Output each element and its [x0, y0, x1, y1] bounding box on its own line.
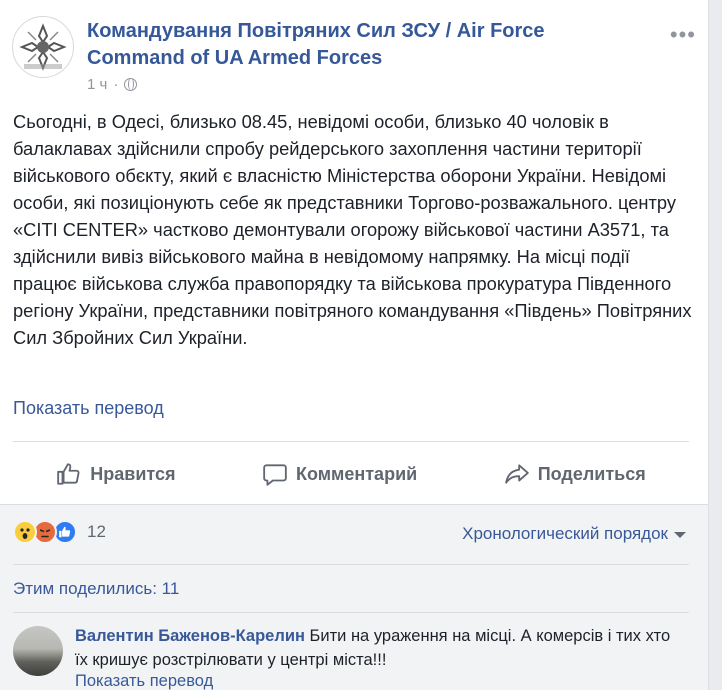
comment-bubble-icon — [263, 464, 287, 486]
see-translation-link[interactable]: Показать перевод — [13, 398, 164, 419]
air-force-emblem-icon — [19, 23, 67, 71]
page-avatar[interactable] — [12, 16, 74, 78]
post-time[interactable]: 1 ч — [87, 76, 107, 93]
comment-order-label: Хронологический порядок — [462, 524, 668, 543]
post-meta: 1 ч · — [87, 76, 138, 93]
reactions-count[interactable]: 12 — [87, 522, 106, 542]
share-label: Поделиться — [537, 463, 646, 484]
comment-author[interactable]: Валентин Баженов-Карелин — [75, 627, 305, 645]
comment-label: Комментарий — [295, 463, 418, 484]
reactions-summary[interactable]: 12 — [13, 520, 106, 544]
page-name-link[interactable]: Командування Повітряних Сил ЗСУ / Air Fo… — [87, 18, 647, 72]
divider-shares — [13, 612, 689, 613]
wow-reaction-icon — [13, 520, 37, 544]
more-options-icon[interactable]: ••• — [670, 22, 696, 48]
comment-button[interactable]: Комментарий — [262, 461, 417, 487]
divider-reactions — [13, 564, 689, 565]
meta-separator: · — [113, 76, 119, 93]
commenter-avatar[interactable] — [13, 626, 63, 676]
chevron-down-icon — [674, 532, 686, 538]
post-text: Сьогодні, в Одесі, близько 08.45, невідо… — [13, 111, 692, 348]
comment-body: Валентин Баженов-Карелин Бити на ураженн… — [75, 624, 675, 672]
divider-top — [13, 441, 689, 442]
thumbs-up-icon — [57, 463, 80, 485]
like-button[interactable]: Нравится — [56, 461, 175, 487]
action-bar: Нравится Комментарий Поделиться — [13, 445, 689, 503]
post-card: Командування Повітряних Сил ЗСУ / Air Fo… — [0, 0, 709, 690]
like-label: Нравится — [90, 463, 176, 484]
share-button[interactable]: Поделиться — [504, 461, 646, 487]
post-header: Командування Повітряних Сил ЗСУ / Air Fo… — [12, 12, 696, 102]
share-arrow-icon — [504, 464, 529, 484]
comment-order-dropdown[interactable]: Хронологический порядок — [462, 524, 686, 544]
shares-link[interactable]: Этим поделились: 11 — [13, 579, 179, 599]
globe-icon — [124, 78, 138, 91]
comment-see-translation-link[interactable]: Показать перевод — [75, 672, 213, 690]
